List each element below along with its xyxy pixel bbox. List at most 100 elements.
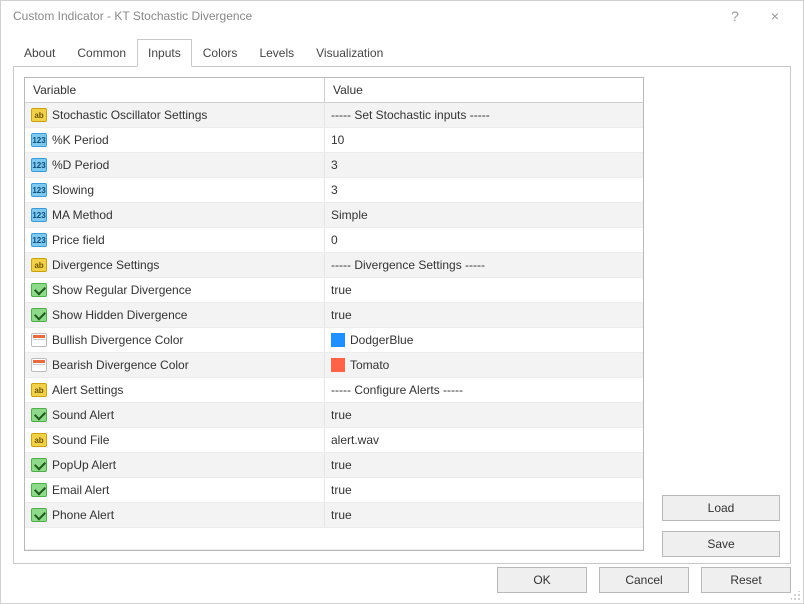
footer-buttons: OK Cancel Reset (497, 567, 791, 593)
load-button[interactable]: Load (662, 495, 780, 521)
variable-cell: abAlert Settings (25, 378, 325, 402)
value-cell[interactable]: true (325, 478, 643, 502)
table-row[interactable]: 123 %K Period 10 (25, 128, 643, 153)
tab-levels[interactable]: Levels (248, 39, 305, 67)
num-icon: 123 (31, 158, 47, 172)
col-header-variable[interactable]: Variable (25, 78, 325, 102)
variable-name: Email Alert (52, 483, 109, 497)
num-icon: 123 (31, 233, 47, 247)
tab-body-inputs: Variable Value ab Stochastic Oscillator S… (13, 66, 791, 564)
table-row[interactable]: Email Alert true (25, 478, 643, 503)
value-text: DodgerBlue (350, 333, 413, 347)
reset-button[interactable]: Reset (701, 567, 791, 593)
table-row[interactable]: Show Regular Divergencetrue (25, 278, 643, 303)
value-cell[interactable]: true (325, 303, 643, 327)
variable-name: Divergence Settings (52, 258, 159, 272)
dialog-window: Custom Indicator - KT Stochastic Diverge… (0, 0, 804, 604)
variable-cell: Bearish Divergence Color (25, 353, 325, 377)
value-cell[interactable]: 3 (325, 178, 643, 202)
variable-cell: Show Regular Divergence (25, 278, 325, 302)
value-cell[interactable]: Simple (325, 203, 643, 227)
value-text: true (331, 408, 352, 422)
col-header-value[interactable]: Value (325, 78, 643, 102)
grid-body: ab Stochastic Oscillator Settings ----- Se… (25, 103, 643, 550)
ok-button[interactable]: OK (497, 567, 587, 593)
variable-cell: 123Slowing (25, 178, 325, 202)
tab-common[interactable]: Common (66, 39, 137, 67)
value-cell[interactable]: Tomato (325, 353, 643, 377)
num-icon: 123 (31, 133, 47, 147)
resize-grip[interactable] (791, 591, 801, 601)
table-row[interactable]: abStochastic Oscillator Settings----- Se… (25, 103, 643, 128)
table-row[interactable]: Bullish Divergence Color DodgerBlue (25, 328, 643, 353)
boo-icon (31, 458, 47, 472)
variable-name: Stochastic Oscillator Settings (52, 108, 207, 122)
value-cell[interactable]: ----- Set Stochastic inputs ----- (325, 103, 643, 127)
value-text: 3 (331, 158, 338, 172)
variable-name: %K Period (52, 133, 109, 147)
value-text: 0 (331, 233, 338, 247)
grid-header: Variable Value (25, 78, 643, 103)
variable-cell: Phone Alert (25, 503, 325, 527)
table-row[interactable]: 123Slowing3 (25, 178, 643, 203)
inputs-grid: Variable Value ab Stochastic Oscillator S… (24, 77, 644, 551)
value-cell[interactable]: true (325, 403, 643, 427)
value-text: Simple (331, 208, 368, 222)
side-buttons: Load Save (662, 495, 780, 557)
boo-icon (31, 308, 47, 322)
table-row[interactable]: PopUp Alert true (25, 453, 643, 478)
value-cell[interactable]: true (325, 278, 643, 302)
tab-colors[interactable]: Colors (192, 39, 249, 67)
help-button[interactable]: ? (715, 8, 755, 24)
str-icon: ab (31, 433, 47, 447)
value-cell[interactable]: ----- Configure Alerts ----- (325, 378, 643, 402)
value-cell[interactable]: alert.wav (325, 428, 643, 452)
variable-cell: ab Sound File (25, 428, 325, 452)
boo-icon (31, 508, 47, 522)
variable-name: MA Method (52, 208, 113, 222)
value-cell[interactable]: 3 (325, 153, 643, 177)
save-button[interactable]: Save (662, 531, 780, 557)
variable-name: Sound Alert (52, 408, 114, 422)
variable-cell: 123 %D Period (25, 153, 325, 177)
tab-bar: AboutCommonInputsColorsLevelsVisualizati… (13, 39, 791, 67)
value-cell[interactable]: ----- Divergence Settings ----- (325, 253, 643, 277)
variable-name: PopUp Alert (52, 458, 116, 472)
variable-name: %D Period (52, 158, 109, 172)
value-cell[interactable]: DodgerBlue (325, 328, 643, 352)
cancel-button[interactable]: Cancel (599, 567, 689, 593)
variable-name: Phone Alert (52, 508, 114, 522)
variable-cell: 123MA Method (25, 203, 325, 227)
table-row[interactable]: Sound Alert true (25, 403, 643, 428)
value-text: 10 (331, 133, 344, 147)
color-swatch (331, 358, 345, 372)
value-cell[interactable]: 0 (325, 228, 643, 252)
table-row[interactable]: abAlert Settings----- Configure Alerts -… (25, 378, 643, 403)
value-cell[interactable]: true (325, 453, 643, 477)
tab-about[interactable]: About (13, 39, 66, 67)
value-text: true (331, 308, 352, 322)
table-row[interactable]: 123Price field0 (25, 228, 643, 253)
variable-name: Bullish Divergence Color (52, 333, 183, 347)
close-button[interactable]: × (755, 8, 795, 24)
table-row[interactable]: Phone Alert true (25, 503, 643, 528)
variable-name: Sound File (52, 433, 109, 447)
table-row[interactable]: Bearish Divergence Color Tomato (25, 353, 643, 378)
boo-icon (31, 483, 47, 497)
variable-cell: Email Alert (25, 478, 325, 502)
value-cell[interactable]: 10 (325, 128, 643, 152)
table-row[interactable]: abDivergence Settings----- Divergence Se… (25, 253, 643, 278)
variable-cell: Show Hidden Divergence (25, 303, 325, 327)
tab-inputs[interactable]: Inputs (137, 39, 192, 67)
variable-name: Bearish Divergence Color (52, 358, 189, 372)
table-row[interactable]: Show Hidden Divergence true (25, 303, 643, 328)
value-cell[interactable]: true (325, 503, 643, 527)
boo-icon (31, 408, 47, 422)
table-row[interactable]: ab Sound File alert.wav (25, 428, 643, 453)
tab-visualization[interactable]: Visualization (305, 39, 394, 67)
variable-cell: Sound Alert (25, 403, 325, 427)
titlebar: Custom Indicator - KT Stochastic Diverge… (1, 1, 803, 31)
variable-name: Slowing (52, 183, 94, 197)
table-row[interactable]: 123 %D Period 3 (25, 153, 643, 178)
table-row[interactable]: 123MA Method Simple (25, 203, 643, 228)
